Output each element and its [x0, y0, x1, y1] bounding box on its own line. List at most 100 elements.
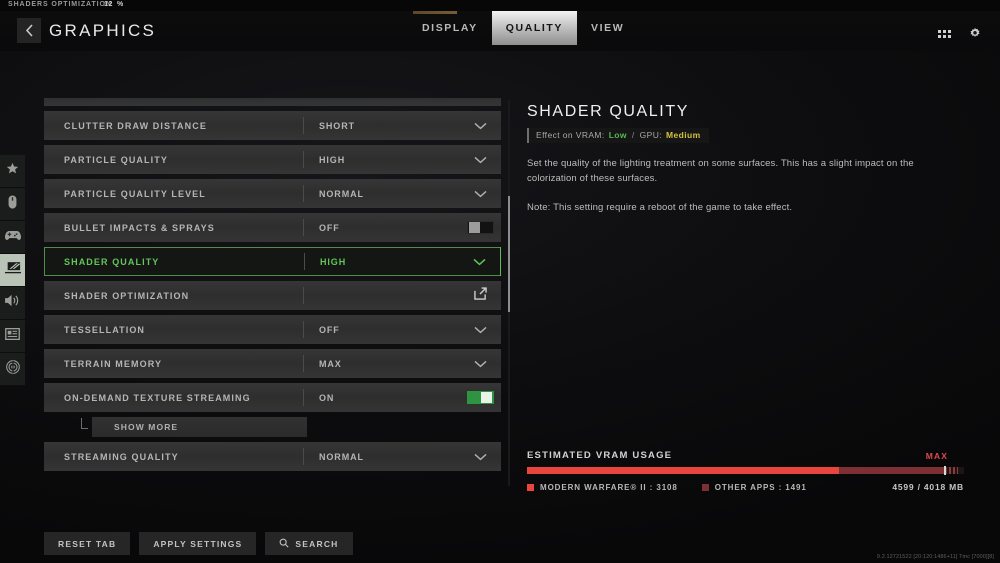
- settings-scrollbar-thumb[interactable]: [508, 196, 510, 312]
- vram-max-label: MAX: [925, 451, 948, 461]
- vram-max-marker: [944, 466, 947, 475]
- detail-description: Set the quality of the lighting treatmen…: [527, 158, 914, 184]
- external-link-icon: [473, 286, 487, 305]
- setting-row-shader-optimization[interactable]: SHADER OPTIMIZATION: [44, 281, 501, 310]
- tab-display[interactable]: DISPLAY: [408, 11, 492, 45]
- row-divider: [303, 287, 304, 304]
- vram-legend: MODERN WARFARE® II : 3108 OTHER APPS : 1…: [527, 482, 972, 492]
- tab-quality[interactable]: QUALITY: [491, 11, 578, 45]
- reset-tab-label: RESET TAB: [58, 538, 117, 549]
- toggle-knob: [480, 392, 492, 403]
- dropdown-control[interactable]: [459, 326, 501, 334]
- toggle-control[interactable]: [459, 391, 501, 404]
- gamepad-icon: [4, 228, 21, 246]
- legend-label: MODERN WARFARE® II : 3108: [540, 482, 678, 492]
- setting-row-terrain-memory[interactable]: TERRAIN MEMORY MAX: [44, 349, 501, 378]
- external-link-control[interactable]: [459, 286, 501, 305]
- setting-label: TESSELLATION: [64, 324, 146, 335]
- chevron-down-icon: [473, 156, 487, 164]
- tab-bar: DISPLAY QUALITY VIEW: [408, 11, 638, 51]
- apply-settings-label: APPLY SETTINGS: [153, 538, 243, 549]
- dropdown-control[interactable]: [459, 122, 501, 130]
- vram-title: ESTIMATED VRAM USAGE: [527, 450, 673, 461]
- legend-swatch: [701, 483, 709, 491]
- left-icon-rail: [0, 155, 25, 386]
- dropdown-control[interactable]: [459, 360, 501, 368]
- status-label: SHADERS OPTIMIZATION: [8, 1, 112, 8]
- setting-row-streaming-quality[interactable]: STREAMING QUALITY NORMAL: [44, 442, 501, 471]
- grid-apps-icon[interactable]: [933, 24, 955, 44]
- effect-vram-prefix: Effect on VRAM:: [536, 130, 605, 140]
- apply-settings-button[interactable]: APPLY SETTINGS: [139, 532, 257, 555]
- setting-row-tessellation[interactable]: TESSELLATION OFF: [44, 315, 501, 344]
- settings-list: CLUTTER DRAW DISTANCE SHORT PARTICLE QUA…: [44, 98, 501, 486]
- sidebar-item-interface[interactable]: [0, 320, 25, 353]
- page-title: GRAPHICS: [49, 21, 157, 40]
- chevron-down-icon: [472, 258, 486, 266]
- effect-badge: Effect on VRAM: Low / GPU: Medium: [527, 128, 709, 143]
- monitor-icon: [4, 261, 21, 279]
- setting-row-on-demand-texture-streaming[interactable]: ON-DEMAND TEXTURE STREAMING ON: [44, 383, 501, 412]
- effect-gpu-value: Medium: [666, 130, 701, 140]
- chevron-left-icon: [25, 24, 34, 37]
- gear-icon[interactable]: [964, 24, 986, 44]
- setting-row-clutter-draw-distance[interactable]: CLUTTER DRAW DISTANCE SHORT: [44, 111, 501, 140]
- setting-row-shader-quality[interactable]: SHADER QUALITY HIGH: [44, 247, 501, 276]
- sidebar-item-mouse-keyboard[interactable]: [0, 188, 25, 221]
- dropdown-control[interactable]: [459, 190, 501, 198]
- detail-title: SHADER QUALITY: [527, 103, 689, 120]
- vram-usage-panel: ESTIMATED VRAM USAGE MAX MODERN WARFARE®…: [527, 450, 972, 492]
- setting-row-bullet-impacts-sprays[interactable]: BULLET IMPACTS & SPRAYS OFF: [44, 213, 501, 242]
- search-label: SEARCH: [295, 538, 339, 549]
- toggle-switch-off[interactable]: [466, 221, 494, 234]
- setting-row-particle-quality-level[interactable]: PARTICLE QUALITY LEVEL NORMAL: [44, 179, 501, 208]
- setting-label: PARTICLE QUALITY LEVEL: [64, 188, 206, 199]
- tab-view[interactable]: VIEW: [577, 11, 638, 45]
- setting-row-particle-quality[interactable]: PARTICLE QUALITY HIGH: [44, 145, 501, 174]
- toggle-control[interactable]: [459, 221, 501, 234]
- mouse-icon: [8, 194, 17, 214]
- sidebar-item-accessibility[interactable]: [0, 353, 25, 386]
- vram-bar: [527, 466, 964, 475]
- setting-label: PARTICLE QUALITY: [64, 154, 168, 165]
- status-value: 12: [104, 1, 113, 8]
- vram-legend-item-other: OTHER APPS : 1491: [701, 483, 807, 492]
- setting-value: ON: [319, 392, 335, 403]
- toggle-knob: [468, 222, 480, 233]
- vram-total: 4599 / 4018 MB: [892, 482, 964, 492]
- vram-overflow-ticks: [949, 467, 959, 474]
- setting-label: SHADER QUALITY: [64, 256, 160, 267]
- accessibility-icon: [5, 359, 20, 379]
- chevron-down-icon: [473, 122, 487, 130]
- settings-row-partial-top: [44, 98, 501, 106]
- setting-value: NORMAL: [319, 451, 364, 462]
- effect-separator: /: [631, 130, 635, 140]
- show-more-button[interactable]: SHOW MORE: [92, 417, 307, 437]
- vram-segment-other: [838, 467, 948, 474]
- sidebar-item-graphics[interactable]: [0, 254, 25, 287]
- vram-header: ESTIMATED VRAM USAGE MAX: [527, 450, 972, 461]
- interface-icon: [5, 327, 20, 345]
- back-button[interactable]: [17, 18, 41, 43]
- speaker-icon: [5, 294, 20, 312]
- indent-bracket-icon: [81, 418, 88, 429]
- setting-value: OFF: [319, 222, 340, 233]
- search-icon: [279, 538, 289, 550]
- effect-gpu-prefix: GPU:: [639, 130, 663, 140]
- setting-label: BULLET IMPACTS & SPRAYS: [64, 222, 215, 233]
- dropdown-control[interactable]: [459, 453, 501, 461]
- toggle-switch-on[interactable]: [466, 391, 494, 404]
- show-more-label: SHOW MORE: [114, 422, 179, 432]
- chevron-down-icon: [473, 360, 487, 368]
- reset-tab-button[interactable]: RESET TAB: [44, 532, 131, 555]
- dropdown-control[interactable]: [459, 156, 501, 164]
- chevron-down-icon: [473, 326, 487, 334]
- setting-label: ON-DEMAND TEXTURE STREAMING: [64, 392, 251, 403]
- dropdown-control[interactable]: [458, 258, 500, 266]
- search-button[interactable]: SEARCH: [265, 532, 353, 555]
- sidebar-item-favorites[interactable]: [0, 155, 25, 188]
- sidebar-item-controller[interactable]: [0, 221, 25, 254]
- action-button-bar: RESET TAB APPLY SETTINGS SEARCH: [44, 532, 353, 555]
- setting-label: TERRAIN MEMORY: [64, 358, 163, 369]
- sidebar-item-audio[interactable]: [0, 287, 25, 320]
